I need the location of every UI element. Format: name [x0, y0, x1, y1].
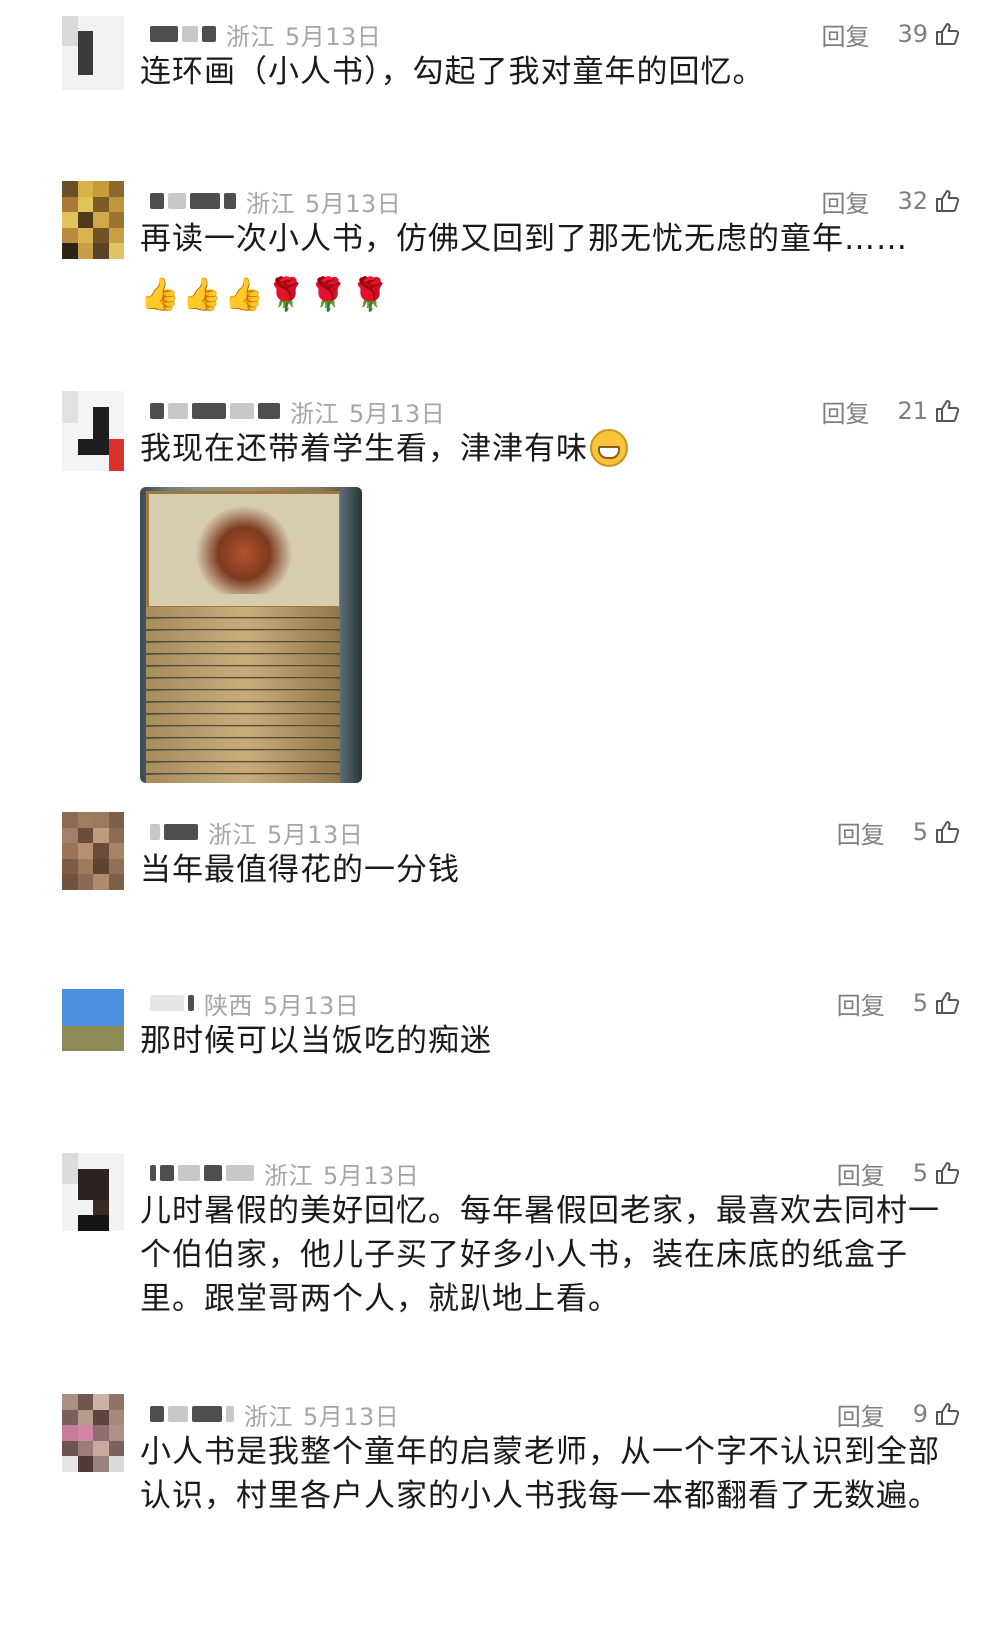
emoji-row: 👍 👍 👍 🌹 🌹 🌹: [140, 275, 390, 313]
reply-button[interactable]: 回复: [821, 394, 869, 429]
comment-text: 再读一次小人书，仿佛又回到了那无忧无虑的童年……: [140, 221, 908, 257]
like-count: 5: [912, 1159, 928, 1187]
date: 5月13日: [349, 399, 446, 428]
comic-book-stack: [146, 607, 346, 783]
thumbs-up-icon[interactable]: [934, 398, 960, 424]
thumbs-up-icon[interactable]: [934, 1401, 960, 1427]
comment-actions: 回复 39: [821, 16, 960, 52]
comment-actions: 回复 5: [837, 1155, 960, 1191]
username-blurred[interactable]: [150, 824, 198, 840]
comment-text: 当年最值得花的一分钱: [140, 852, 460, 888]
username-blurred[interactable]: [150, 995, 194, 1011]
photo-shadow: [340, 487, 362, 783]
comment-text: 儿时暑假的美好回忆。每年暑假回老家，最喜欢去同村一个伯伯家，他儿子买了好多小人书…: [140, 1193, 940, 1317]
comic-book-cover: [146, 491, 342, 609]
thumbs-up-emoji: 👍: [224, 275, 264, 313]
comment-meta: 浙江 5月13日: [150, 16, 381, 52]
rose-emoji: 🌹: [266, 275, 306, 313]
thumbs-up-emoji: 👍: [140, 275, 180, 313]
reply-button[interactable]: 回复: [837, 1397, 885, 1432]
comment-meta: 浙江 5月13日: [150, 183, 401, 219]
username-blurred[interactable]: [150, 193, 236, 209]
like-count: 5: [912, 818, 928, 846]
date: 5月13日: [303, 1402, 400, 1431]
username-blurred[interactable]: [150, 1165, 254, 1181]
region: 浙江: [264, 1161, 313, 1190]
date: 5月13日: [267, 820, 364, 849]
region: 浙江: [290, 399, 339, 428]
like-count: 21: [897, 397, 928, 425]
username-blurred[interactable]: [150, 26, 216, 42]
comment-actions: 回复 21: [821, 393, 960, 429]
thumbs-up-icon[interactable]: [934, 188, 960, 214]
comment-text: 小人书是我整个童年的启蒙老师，从一个字不认识到全部认识，村里各户人家的小人书我每…: [140, 1434, 940, 1514]
comment-actions: 回复 5: [837, 814, 960, 850]
comment-meta: 浙江 5月13日: [150, 1155, 419, 1191]
region: 浙江: [246, 189, 295, 218]
comment-text: 我现在还带着学生看，津津有味: [140, 427, 940, 471]
reply-button[interactable]: 回复: [821, 184, 869, 219]
like-count: 39: [897, 20, 928, 48]
rose-emoji: 🌹: [308, 275, 348, 313]
date: 5月13日: [323, 1161, 420, 1190]
like-count: 32: [897, 187, 928, 215]
comment-text: 连环画（小人书），勾起了我对童年的回忆。: [140, 54, 765, 90]
reply-button[interactable]: 回复: [837, 1156, 885, 1191]
reply-button[interactable]: 回复: [821, 17, 869, 52]
username-blurred[interactable]: [150, 1406, 234, 1422]
avatar[interactable]: [62, 181, 124, 259]
comment-text: 那时候可以当饭吃的痴迷: [140, 1023, 492, 1059]
reply-button[interactable]: 回复: [837, 815, 885, 850]
avatar[interactable]: [62, 16, 124, 90]
region: 浙江: [208, 820, 257, 849]
date: 5月13日: [285, 22, 382, 51]
avatar[interactable]: [62, 1394, 124, 1472]
comment-photo[interactable]: [140, 487, 362, 783]
comment-meta: 浙江 5月13日: [150, 393, 445, 429]
comment-text-content: 我现在还带着学生看，津津有味: [140, 431, 588, 467]
thumbs-up-emoji: 👍: [182, 275, 222, 313]
reply-button[interactable]: 回复: [837, 986, 885, 1021]
comment-actions: 回复 9: [837, 1396, 960, 1432]
rose-emoji: 🌹: [350, 275, 390, 313]
avatar[interactable]: [62, 391, 124, 471]
thumbs-up-icon[interactable]: [934, 21, 960, 47]
avatar[interactable]: [62, 989, 124, 1051]
comment-meta: 浙江 5月13日: [150, 814, 363, 850]
region: 浙江: [244, 1402, 293, 1431]
comment-meta: 陕西 5月13日: [150, 985, 359, 1021]
like-count: 9: [912, 1400, 928, 1428]
thumbs-up-icon[interactable]: [934, 1160, 960, 1186]
avatar[interactable]: [62, 1153, 124, 1231]
thumbs-up-icon[interactable]: [934, 819, 960, 845]
date: 5月13日: [263, 991, 360, 1020]
comment-actions: 回复 32: [821, 183, 960, 219]
avatar[interactable]: [62, 812, 124, 890]
thumbs-up-icon[interactable]: [934, 990, 960, 1016]
date: 5月13日: [305, 189, 402, 218]
grinning-face-icon: [590, 428, 628, 467]
region: 陕西: [204, 991, 253, 1020]
comment-actions: 回复 5: [837, 985, 960, 1021]
like-count: 5: [912, 989, 928, 1017]
region: 浙江: [226, 22, 275, 51]
username-blurred[interactable]: [150, 403, 280, 419]
comment-meta: 浙江 5月13日: [150, 1396, 399, 1432]
